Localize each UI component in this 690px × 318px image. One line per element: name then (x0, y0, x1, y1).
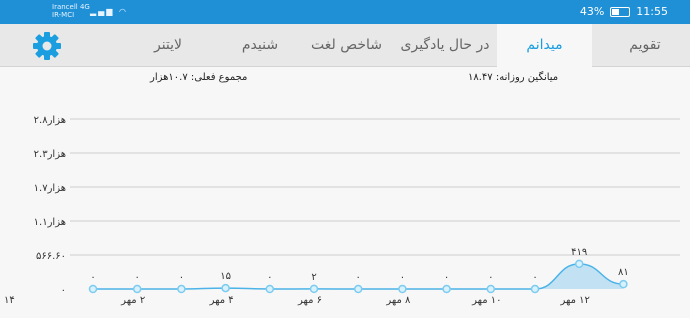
data-point (619, 279, 628, 289)
data-point (177, 284, 186, 294)
data-point (486, 284, 496, 294)
data-label: ۰ (90, 272, 95, 283)
y-tick-label: ۲.۸هزار (34, 115, 66, 126)
data-point (309, 284, 319, 294)
data-label: ۰ (267, 272, 272, 283)
data-label: ۰ (356, 272, 361, 283)
y-tick-label: ۱.۷هزار (34, 183, 66, 194)
status-bar: Irancell 4G IR-MCI ▂▄▆ ◠ 43% 11:55 (0, 0, 690, 24)
data-point (398, 284, 407, 294)
x-tick-label: ۶ مهر (297, 295, 322, 306)
battery-icon (610, 6, 631, 17)
data-point (353, 284, 363, 294)
carrier-info: Irancell 4G IR-MCI (52, 3, 90, 19)
data-label: ۰ (400, 272, 405, 283)
data-label: ۰ (179, 272, 184, 283)
tab-leitner[interactable]: لایتنر (120, 24, 216, 66)
status-right: 43% 11:55 (580, 5, 668, 18)
data-label: ۴۱۹ (571, 247, 587, 258)
tab-heard[interactable]: شنیدم (220, 24, 300, 66)
x-tick-label: ۱۴ مهر (0, 295, 15, 306)
settings-button[interactable] (30, 29, 64, 63)
x-tick-label: ۱۰ مهر (471, 295, 501, 306)
carrier-secondary: IR-MCI (52, 11, 75, 19)
y-tick-label: ۵۶۶.۶۰ (36, 251, 66, 262)
gear-icon (33, 32, 61, 60)
data-point (132, 284, 142, 294)
carrier-name: Irancell 4G (52, 3, 90, 11)
tab-bar: تقویم میدانم در حال یادگیری شاخص لغت شنی… (0, 24, 690, 67)
data-point (574, 259, 584, 269)
data-label: ۰ (532, 272, 537, 283)
data-point (265, 284, 275, 294)
tab-calendar[interactable]: تقویم (600, 24, 690, 66)
data-point (442, 284, 451, 294)
x-tick-label: ۲ مهر (120, 295, 145, 306)
data-label: ۲ (311, 272, 316, 283)
tab-word-index[interactable]: شاخص لغت (300, 24, 393, 66)
y-tick-label: ۰ (61, 285, 66, 296)
x-tick-label: ۴ مهر (209, 295, 234, 306)
tab-known[interactable]: میدانم (497, 24, 592, 67)
clock: 11:55 (636, 5, 668, 18)
data-label: ۰ (488, 272, 493, 283)
data-label: ۸۱ (618, 267, 629, 278)
data-point (530, 284, 540, 294)
data-label: ۰ (444, 272, 449, 283)
data-label: ۱۵ (220, 271, 231, 282)
x-tick-label: ۱۲ مهر (559, 295, 589, 306)
y-tick-label: ۲.۳هزار (34, 149, 66, 160)
data-label: ۰ (135, 272, 140, 283)
battery-percent: 43% (579, 5, 605, 18)
signal-icon: ▂▄▆ (90, 7, 115, 16)
x-tick-label: ۸ مهر (385, 295, 411, 306)
tab-learning[interactable]: در حال یادگیری (393, 24, 497, 66)
known-words-chart: ۰ ۵۶۶.۶۰ ۱.۱هزار ۱.۷هزار ۲.۳هزار ۲.۸هزار ۰ ۰ ۰ ۱۵… (0, 115, 680, 306)
data-point (221, 283, 230, 293)
data-point (88, 284, 98, 294)
wifi-icon: ◠ (119, 7, 128, 16)
y-tick-label: ۱.۱هزار (34, 217, 66, 228)
signal-icons: ▂▄▆ ◠ (90, 7, 128, 16)
